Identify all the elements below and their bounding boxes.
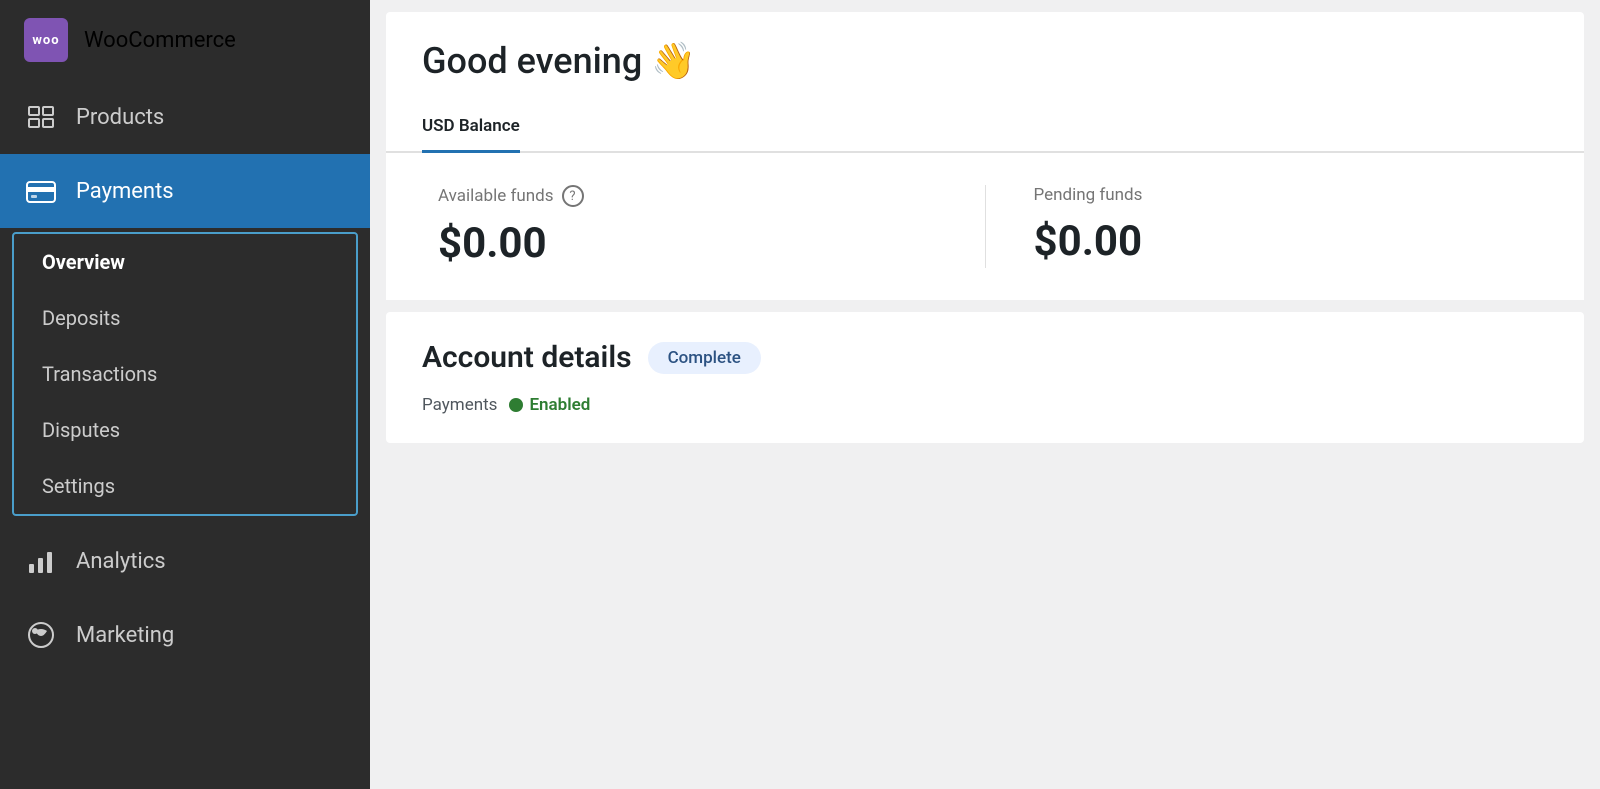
account-details-header: Account details Complete bbox=[422, 340, 1548, 375]
sidebar-item-payments[interactable]: Payments bbox=[0, 154, 370, 228]
available-funds-help-icon[interactable]: ? bbox=[562, 185, 584, 207]
submenu-item-transactions[interactable]: Transactions bbox=[14, 346, 356, 402]
account-details-badge: Complete bbox=[648, 342, 761, 374]
payments-enabled-badge: Enabled bbox=[509, 395, 590, 415]
submenu-item-overview[interactable]: Overview bbox=[14, 234, 356, 290]
enabled-dot bbox=[509, 398, 523, 412]
woo-logo-icon: woo bbox=[24, 18, 68, 62]
analytics-icon bbox=[24, 544, 58, 578]
sidebar-item-marketing[interactable]: Marketing bbox=[0, 598, 370, 672]
account-details-title: Account details bbox=[422, 340, 632, 375]
pending-funds-label: Pending funds bbox=[1034, 185, 1143, 205]
available-funds-amount: $0.00 bbox=[438, 219, 937, 268]
submenu-item-disputes[interactable]: Disputes bbox=[14, 402, 356, 458]
payments-submenu: Overview Deposits Transactions Disputes … bbox=[12, 232, 358, 516]
tab-usd-balance[interactable]: USD Balance bbox=[422, 102, 520, 153]
sidebar-item-payments-label: Payments bbox=[76, 179, 174, 204]
main-content: Good evening 👋 USD Balance Available fun… bbox=[370, 0, 1600, 789]
available-funds-label: Available funds bbox=[438, 186, 554, 206]
sidebar-item-products-label: Products bbox=[76, 105, 164, 130]
sidebar: woo WooCommerce Products Payments bbox=[0, 0, 370, 789]
available-funds-col: Available funds ? $0.00 bbox=[438, 185, 986, 268]
account-details-card: Account details Complete Payments Enable… bbox=[386, 312, 1584, 443]
woo-logo-text: woo bbox=[32, 33, 59, 48]
greeting-section: Good evening 👋 USD Balance Available fun… bbox=[386, 12, 1584, 300]
payments-status-value: Enabled bbox=[529, 395, 590, 415]
submenu-item-settings[interactable]: Settings bbox=[14, 458, 356, 514]
payments-status-label: Payments bbox=[422, 395, 497, 415]
sidebar-item-analytics[interactable]: Analytics bbox=[0, 524, 370, 598]
available-funds-label-row: Available funds ? bbox=[438, 185, 937, 207]
tab-bar: USD Balance bbox=[386, 102, 1584, 153]
sidebar-item-products[interactable]: Products bbox=[0, 80, 370, 154]
products-icon bbox=[24, 100, 58, 134]
marketing-icon bbox=[24, 618, 58, 652]
sidebar-logo-label: WooCommerce bbox=[84, 28, 236, 53]
payments-icon bbox=[24, 174, 58, 208]
pending-funds-amount: $0.00 bbox=[1034, 217, 1533, 266]
pending-funds-label-row: Pending funds bbox=[1034, 185, 1533, 205]
sidebar-item-marketing-label: Marketing bbox=[76, 623, 174, 648]
sidebar-item-analytics-label: Analytics bbox=[76, 549, 166, 574]
payments-status-row: Payments Enabled bbox=[422, 395, 1548, 415]
greeting-text: Good evening 👋 bbox=[386, 12, 1584, 102]
pending-funds-col: Pending funds $0.00 bbox=[986, 185, 1533, 268]
balance-section: Available funds ? $0.00 Pending funds $0… bbox=[402, 153, 1568, 300]
sidebar-logo-row[interactable]: woo WooCommerce bbox=[0, 0, 370, 80]
submenu-item-deposits[interactable]: Deposits bbox=[14, 290, 356, 346]
